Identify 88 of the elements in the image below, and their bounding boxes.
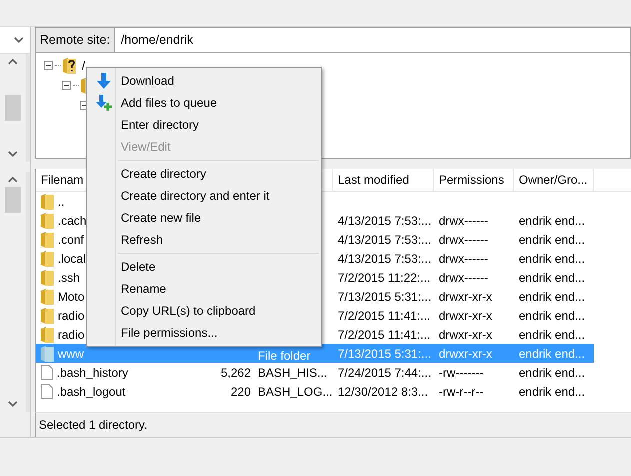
folder-icon [41,288,54,305]
menu-item[interactable]: Add files to queue [87,92,321,114]
folder-icon [41,232,54,248]
column-header[interactable]: Last modified [338,173,410,188]
table-cell: 4/13/2015 7:53:... [338,214,432,228]
column-header[interactable]: Filenam [41,173,84,188]
table-cell: 7/2/2015 11:41:... [338,328,431,342]
table-cell: endrik end... [519,232,586,247]
table-cell: 7/2/2015 11:22:... [338,270,431,285]
menu-item[interactable]: Rename [87,278,321,300]
table-cell: 4/13/2015 7:53:... [338,252,432,266]
folder-icon [41,326,54,343]
down-arrow-icon [97,73,111,89]
status-text: Selected 1 directory. [39,418,148,432]
folder-icon [41,346,54,362]
down-arrow-plus-icon [96,95,112,111]
table-cell: radio [58,328,85,342]
table-cell: endrik end... [519,384,586,399]
table-cell: BASH_HIS... [258,366,328,380]
table-cell: endrik end... [519,308,586,323]
table-cell: -rw-r--r-- [439,384,484,399]
table-cell: drwx------ [439,270,488,285]
tree-item[interactable]: / [82,58,86,73]
remote-site-label: Remote site: [35,27,116,53]
folder-icon [41,270,54,286]
scroll-down-icon[interactable] [8,151,18,158]
table-cell: 12/30/2012 8:3... [338,384,428,399]
table-cell: .bash_logout [57,384,126,399]
scroll-up-icon[interactable] [8,58,18,65]
folder-icon [41,212,54,229]
menu-item[interactable]: Download [87,70,321,92]
tree-expander-icon[interactable] [62,80,71,90]
table-cell: drwxr-xr-x [439,328,492,342]
scrollbar-thumb[interactable] [5,95,21,121]
menu-item[interactable]: Refresh [87,229,321,251]
table-cell: File folder [258,348,311,363]
table-cell: 7/24/2015 7:44:... [338,366,432,380]
table-cell: 7/13/2015 5:31:... [338,290,432,304]
table-cell: endrik end... [519,346,586,361]
table-cell: 220 [230,384,251,399]
menu-item[interactable]: Delete [87,256,321,278]
table-cell: drwx------ [439,252,488,266]
table-cell: 7/13/2015 5:31:... [338,346,432,361]
table-cell: .. [58,194,65,209]
table-cell: 4/13/2015 7:53:... [338,232,432,247]
menu-item[interactable]: Create new file [87,207,321,229]
table-cell: drwxr-xr-x [439,308,492,323]
menu-item[interactable]: File permissions... [87,322,321,344]
dropdown-chevron-icon[interactable] [14,36,24,44]
table-cell: endrik end... [519,290,586,304]
remote-path-field[interactable]: /home/endrik [115,27,631,53]
table-cell: endrik end... [519,366,586,380]
table-cell: .ssh [58,270,80,285]
table-cell: endrik end... [519,270,586,285]
table-cell: BASH_LOG... [258,384,333,399]
scrollbar-thumb[interactable] [5,187,21,213]
folder-icon [41,250,54,267]
column-header[interactable]: Owner/Gro... [519,173,588,188]
column-header[interactable]: Permissions [439,173,504,188]
scroll-down-icon[interactable] [8,401,18,408]
table-cell: endrik end... [519,328,586,342]
file-icon [41,384,53,400]
menu-item[interactable]: Create directory and enter it [87,185,321,207]
table-cell: 7/2/2015 11:41:... [338,308,431,323]
table-cell: 5,262 [220,366,251,380]
tree-expander-icon[interactable] [44,60,53,70]
menu-item[interactable]: Copy URL(s) to clipboard [87,300,321,322]
table-cell: .conf [58,232,84,247]
table-cell: -rw------- [439,366,484,380]
menu-item[interactable]: Enter directory [87,114,321,136]
table-cell: www [58,346,84,361]
table-cell: endrik end... [519,252,586,266]
question-folder-icon [63,58,76,74]
file-icon [41,365,53,380]
table-cell: Moto [58,290,85,304]
table-cell: drwx------ [439,214,488,228]
table-cell: .bash_history [57,366,128,380]
table-cell: radio [58,308,85,323]
table-cell: drwxr-xr-x [439,346,492,361]
table-cell: drwx------ [439,232,488,247]
table-cell: .local [58,252,86,266]
table-cell: drwxr-xr-x [439,290,492,304]
scroll-up-icon[interactable] [8,176,18,183]
table-cell: .cach [58,214,87,228]
folder-icon [41,308,54,324]
menu-item[interactable]: Create directory [87,163,321,185]
folder-icon [41,194,54,210]
table-cell: endrik end... [519,214,586,228]
